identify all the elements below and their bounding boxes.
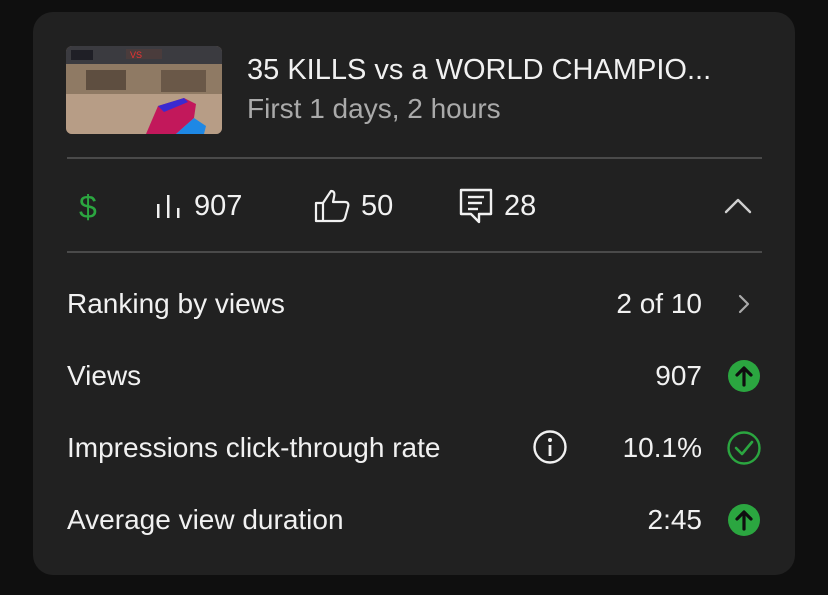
metric-value: 10.1% xyxy=(622,432,702,463)
comment-icon xyxy=(459,188,493,224)
comments-stat[interactable]: 28 xyxy=(458,188,536,224)
views-stat[interactable]: 907 xyxy=(154,188,242,224)
comments-count: 28 xyxy=(504,189,537,222)
collapse-button[interactable] xyxy=(723,188,753,224)
svg-text:$: $ xyxy=(79,189,97,224)
video-thumbnail[interactable]: VS xyxy=(66,46,222,134)
video-period: First 1 days, 2 hours xyxy=(247,93,501,124)
divider xyxy=(67,251,762,253)
bar-chart-icon xyxy=(157,195,180,218)
likes-count: 50 xyxy=(361,189,394,222)
metric-value: 907 xyxy=(655,360,702,391)
divider xyxy=(67,157,762,159)
info-icon[interactable] xyxy=(532,429,568,465)
metric-row-avg-duration: Average view duration 2:45 xyxy=(67,500,762,540)
metric-value: 2:45 xyxy=(647,504,703,535)
metric-label: Views xyxy=(67,360,142,391)
views-count: 907 xyxy=(194,189,243,222)
chevron-up-icon xyxy=(724,198,752,214)
thumbs-up-icon xyxy=(314,189,350,223)
arrow-up-circle-icon xyxy=(726,358,762,394)
video-title[interactable]: 35 KILLS vs a WORLD CHAMPIO... xyxy=(247,54,711,87)
arrow-up-circle-icon xyxy=(726,502,762,538)
chevron-right-icon[interactable] xyxy=(726,286,762,322)
metric-label: Ranking by views xyxy=(67,288,285,319)
svg-text:VS: VS xyxy=(130,50,142,60)
metric-value: 2 of 10 xyxy=(616,288,702,319)
revenue-stat[interactable]: $ xyxy=(77,188,103,224)
check-circle-icon xyxy=(726,430,762,466)
metric-label: Average view duration xyxy=(67,504,344,535)
metric-row-views: Views 907 xyxy=(67,356,762,396)
video-analytics-card: VS 35 KILLS vs a WORLD CHAMPIO... First … xyxy=(33,12,795,575)
metric-row-ranking[interactable]: Ranking by views 2 of 10 xyxy=(67,284,762,324)
metric-row-ctr: Impressions click-through rate 10.1% xyxy=(67,428,762,468)
likes-stat[interactable]: 50 xyxy=(313,188,393,224)
game-thumbnail-image: VS xyxy=(66,46,222,134)
metric-label: Impressions click-through rate xyxy=(67,432,441,463)
dollar-icon: $ xyxy=(79,189,97,224)
